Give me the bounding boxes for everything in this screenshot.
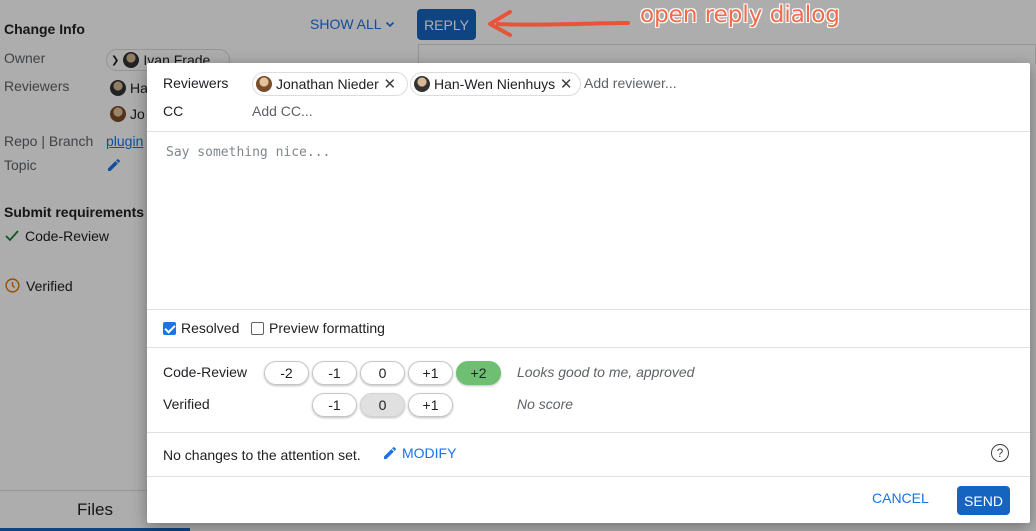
annotation-label: open reply dialog bbox=[640, 2, 840, 28]
reply-message-textarea[interactable] bbox=[166, 145, 1016, 295]
modify-attention-button[interactable]: MODIFY bbox=[382, 445, 456, 461]
divider bbox=[147, 309, 1030, 310]
verified-description: No score bbox=[517, 396, 574, 412]
divider bbox=[147, 432, 1030, 433]
remove-reviewer-close-icon[interactable]: ✕ bbox=[559, 75, 573, 93]
verified-vote-0[interactable]: 0 bbox=[360, 393, 405, 417]
add-cc-input[interactable]: Add CC... bbox=[252, 103, 313, 119]
verified-vote-minus1[interactable]: -1 bbox=[312, 393, 357, 417]
code-review-vote-plus2[interactable]: +2 bbox=[456, 361, 501, 385]
pencil-icon bbox=[384, 446, 397, 459]
reviewer-chip-jonathan[interactable]: Jonathan Nieder ✕ bbox=[252, 72, 408, 96]
annotation-arrow-icon bbox=[488, 10, 630, 37]
modify-label: MODIFY bbox=[402, 445, 457, 461]
checkbox-unchecked-icon bbox=[251, 321, 264, 335]
divider bbox=[147, 131, 1030, 132]
divider bbox=[147, 476, 1030, 477]
verified-label: Verified bbox=[163, 396, 210, 412]
help-icon[interactable]: ? bbox=[991, 444, 1009, 462]
code-review-label: Code-Review bbox=[163, 364, 248, 380]
reply-dialog: Reviewers Jonathan Nieder ✕ Han-Wen Nien… bbox=[147, 63, 1030, 523]
preview-label: Preview formatting bbox=[269, 320, 385, 336]
reviewer-name: Han-Wen Nienhuys bbox=[434, 76, 556, 92]
code-review-vote-minus2[interactable]: -2 bbox=[264, 361, 309, 385]
divider bbox=[147, 347, 1030, 348]
resolved-label: Resolved bbox=[181, 320, 240, 336]
reviewer-name: Jonathan Nieder bbox=[276, 76, 379, 92]
add-reviewer-input[interactable]: Add reviewer... bbox=[584, 75, 677, 91]
resolved-checkbox[interactable]: Resolved bbox=[163, 320, 239, 336]
avatar bbox=[414, 76, 430, 92]
code-review-description: Looks good to me, approved bbox=[517, 364, 695, 380]
checkbox-checked-icon bbox=[163, 321, 176, 335]
preview-formatting-checkbox[interactable]: Preview formatting bbox=[251, 320, 385, 336]
cc-label: CC bbox=[163, 103, 184, 119]
send-button[interactable]: SEND bbox=[957, 486, 1010, 515]
code-review-vote-plus1[interactable]: +1 bbox=[408, 361, 453, 385]
dialog-reviewers-label: Reviewers bbox=[163, 75, 229, 91]
reviewer-chip-han-wen[interactable]: Han-Wen Nienhuys ✕ bbox=[410, 72, 581, 96]
verified-vote-plus1[interactable]: +1 bbox=[408, 393, 453, 417]
code-review-vote-minus1[interactable]: -1 bbox=[312, 361, 357, 385]
code-review-vote-0[interactable]: 0 bbox=[360, 361, 405, 385]
cancel-button[interactable]: CANCEL bbox=[872, 490, 929, 506]
remove-reviewer-close-icon[interactable]: ✕ bbox=[383, 75, 397, 93]
attention-set-text: No changes to the attention set. bbox=[163, 447, 361, 463]
avatar bbox=[256, 76, 272, 92]
